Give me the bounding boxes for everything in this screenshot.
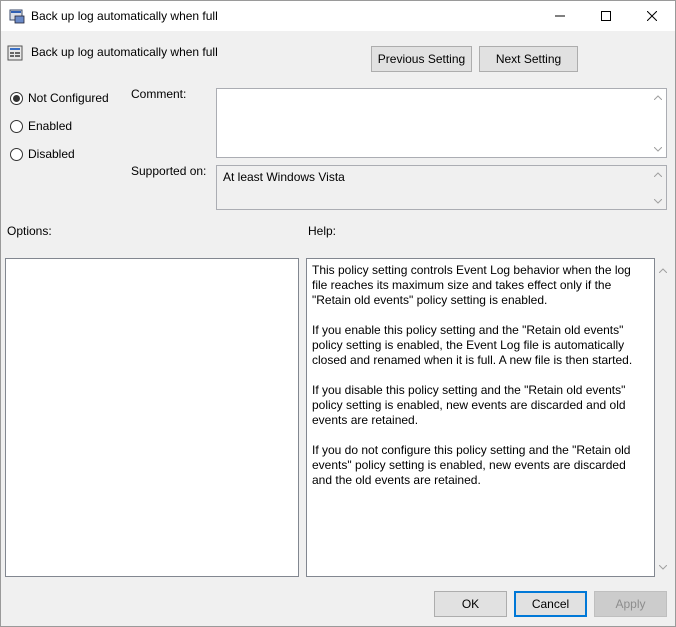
supported-on-value: At least Windows Vista: [223, 170, 345, 184]
comment-scrollbar[interactable]: [649, 89, 666, 157]
radio-label: Enabled: [28, 119, 73, 133]
cancel-button[interactable]: Cancel: [514, 591, 587, 617]
help-paragraph: If you disable this policy setting and t…: [312, 383, 626, 427]
radio-label: Not Configured: [28, 91, 109, 105]
supported-scrollbar[interactable]: [649, 166, 666, 209]
options-panel: [5, 258, 299, 577]
apply-button: Apply: [594, 591, 667, 617]
radio-unselected-icon[interactable]: [10, 119, 23, 133]
supported-on-label: Supported on:: [131, 164, 207, 178]
scroll-down-icon[interactable]: [654, 145, 662, 153]
help-paragraph: If you do not configure this policy sett…: [312, 443, 631, 487]
setting-icon: [7, 45, 23, 61]
policy-settings-icon: [9, 8, 25, 24]
scroll-down-icon[interactable]: [658, 559, 668, 573]
maximize-button[interactable]: [583, 1, 629, 31]
close-icon: [647, 11, 657, 21]
scroll-down-icon[interactable]: [654, 197, 662, 205]
scroll-up-icon[interactable]: [654, 170, 662, 178]
help-label: Help:: [308, 224, 337, 238]
close-button[interactable]: [629, 1, 675, 31]
minimize-icon: [555, 15, 565, 17]
maximize-icon: [601, 11, 611, 21]
title-bar[interactable]: Back up log automatically when full: [1, 1, 675, 31]
radio-label: Disabled: [28, 147, 75, 161]
comment-label: Comment:: [131, 87, 187, 101]
policy-dialog: Back up log automatically when full Back…: [0, 0, 676, 627]
next-setting-button[interactable]: Next Setting: [479, 46, 578, 72]
help-panel: This policy setting controls Event Log b…: [306, 258, 655, 577]
help-paragraph: If you enable this policy setting and th…: [312, 323, 633, 367]
previous-setting-button[interactable]: Previous Setting: [371, 46, 472, 72]
setting-title: Back up log automatically when full: [31, 45, 218, 59]
supported-on-field: At least Windows Vista: [216, 165, 667, 210]
radio-not-configured[interactable]: Not Configured: [10, 91, 109, 105]
options-label: Options:: [7, 224, 52, 238]
radio-selected-icon[interactable]: [10, 91, 23, 105]
radio-unselected-icon[interactable]: [10, 147, 23, 161]
comment-textarea[interactable]: [216, 88, 667, 158]
radio-enabled[interactable]: Enabled: [10, 119, 72, 133]
help-paragraph: This policy setting controls Event Log b…: [312, 263, 631, 307]
window-title: Back up log automatically when full: [31, 9, 218, 23]
scroll-up-icon[interactable]: [654, 93, 662, 101]
scroll-up-icon[interactable]: [658, 262, 668, 276]
help-scrollbar[interactable]: [657, 258, 669, 577]
radio-disabled[interactable]: Disabled: [10, 147, 75, 161]
ok-button[interactable]: OK: [434, 591, 507, 617]
minimize-button[interactable]: [537, 1, 583, 31]
